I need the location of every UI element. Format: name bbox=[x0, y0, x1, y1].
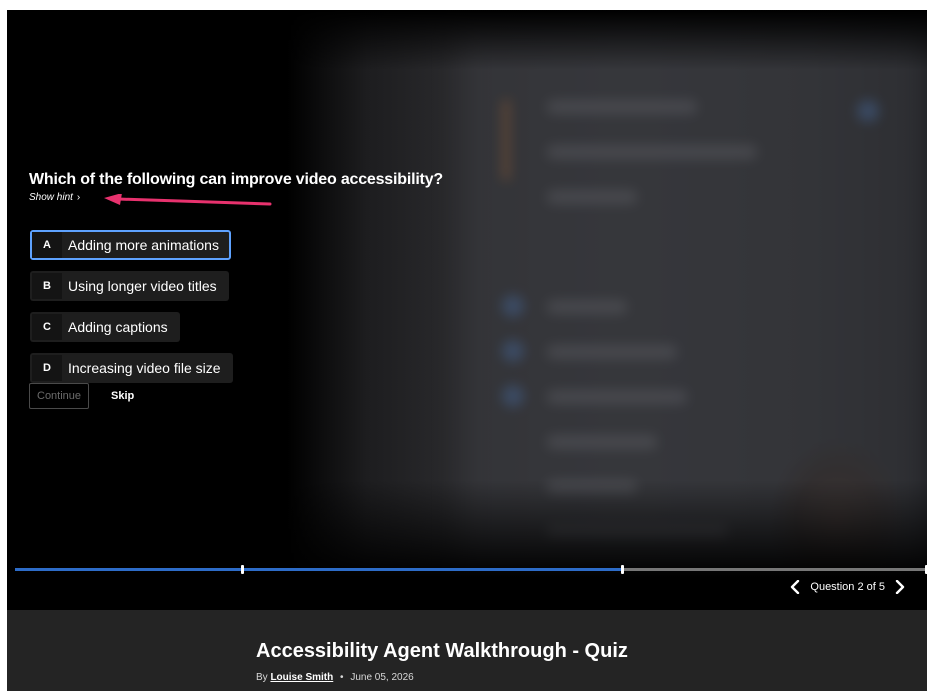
option-letter: C bbox=[32, 314, 62, 340]
chevron-right-icon bbox=[895, 580, 905, 594]
option-letter: B bbox=[32, 273, 62, 299]
show-hint-link[interactable]: Show hint › bbox=[29, 192, 80, 203]
answer-option-a[interactable]: A Adding more animations bbox=[30, 230, 231, 260]
question-navigation: Question 2 of 5 bbox=[790, 580, 905, 594]
by-label: By bbox=[256, 672, 268, 683]
quiz-question: Which of the following can improve video… bbox=[29, 171, 443, 188]
blurred-shape bbox=[502, 340, 524, 362]
next-question-button[interactable] bbox=[895, 580, 905, 594]
bottom-shade bbox=[7, 480, 927, 610]
blurred-shape bbox=[857, 100, 879, 122]
option-letter: A bbox=[32, 232, 62, 258]
answer-option-c[interactable]: C Adding captions bbox=[30, 312, 180, 342]
option-letter: D bbox=[32, 355, 62, 381]
byline: By Louise Smith • June 05, 2026 bbox=[256, 672, 414, 683]
answer-options: A Adding more animations B Using longer … bbox=[30, 230, 233, 394]
blurred-shape bbox=[502, 100, 510, 180]
previous-question-button[interactable] bbox=[790, 580, 800, 594]
skip-button[interactable]: Skip bbox=[111, 390, 134, 402]
blurred-shape bbox=[502, 385, 524, 407]
blurred-shape bbox=[547, 345, 677, 359]
annotation-arrow-icon bbox=[104, 194, 272, 206]
blurred-shape bbox=[547, 390, 687, 404]
video-info: Accessibility Agent Walkthrough - Quiz B… bbox=[7, 610, 927, 691]
blurred-shape bbox=[502, 295, 524, 317]
question-counter: Question 2 of 5 bbox=[810, 581, 885, 593]
blurred-shape bbox=[547, 435, 657, 449]
separator-dot: • bbox=[340, 672, 344, 683]
option-text: Adding more animations bbox=[68, 237, 219, 253]
top-shade bbox=[7, 10, 927, 70]
quiz-progress-bar[interactable] bbox=[15, 565, 927, 574]
progress-marker[interactable] bbox=[621, 565, 625, 574]
blurred-shape bbox=[547, 190, 637, 204]
blurred-shape bbox=[547, 145, 757, 159]
option-text: Using longer video titles bbox=[68, 278, 217, 294]
progress-fill bbox=[15, 568, 624, 571]
chevron-left-icon bbox=[791, 580, 800, 594]
option-text: Increasing video file size bbox=[68, 360, 221, 376]
show-hint-label: Show hint bbox=[29, 192, 73, 203]
blurred-shape bbox=[547, 100, 697, 114]
video-title: Accessibility Agent Walkthrough - Quiz bbox=[256, 640, 628, 662]
answer-option-b[interactable]: B Using longer video titles bbox=[30, 271, 229, 301]
progress-marker[interactable] bbox=[241, 565, 244, 574]
chevron-right-icon: › bbox=[76, 192, 81, 203]
continue-button[interactable]: Continue bbox=[29, 383, 90, 409]
video-player[interactable]: Which of the following can improve video… bbox=[7, 10, 927, 610]
author-link[interactable]: Louise Smith bbox=[270, 672, 333, 683]
blurred-shape bbox=[547, 300, 627, 314]
answer-option-d[interactable]: D Increasing video file size bbox=[30, 353, 233, 383]
option-text: Adding captions bbox=[68, 319, 168, 335]
publish-date: June 05, 2026 bbox=[350, 672, 414, 683]
